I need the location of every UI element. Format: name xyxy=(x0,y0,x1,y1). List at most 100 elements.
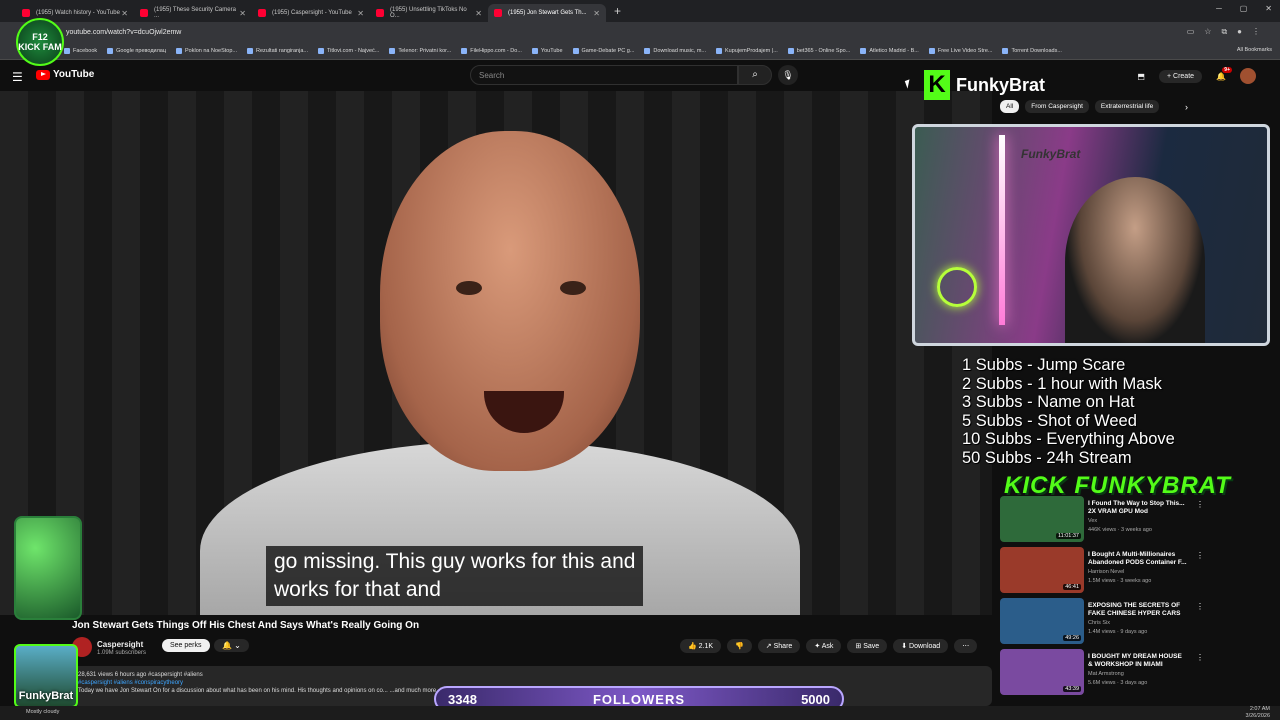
video-title[interactable]: EXPOSING THE SECRETS OF FAKE CHINESE HYP… xyxy=(1088,602,1188,618)
video-thumbnail[interactable]: 11:01:37 xyxy=(1000,496,1084,542)
chip-topic[interactable]: Extraterrestrial life xyxy=(1094,100,1160,113)
bookmark-icon xyxy=(716,47,722,54)
recommended-video[interactable]: 11:01:37 I Found The Way to Stop This...… xyxy=(1000,496,1270,547)
account-avatar[interactable] xyxy=(1240,68,1256,84)
profile-icon[interactable]: ● xyxy=(1237,27,1242,37)
ask-button[interactable]: ✦ Ask xyxy=(806,639,842,653)
notifications-bell-icon[interactable]: 🔔 9+ xyxy=(1216,66,1232,81)
video-player[interactable]: go missing. This guy works for this and … xyxy=(0,91,992,615)
see-perks-button[interactable]: See perks xyxy=(162,639,210,652)
bookmark[interactable]: Game-Debate PC g... xyxy=(572,47,634,54)
system-clock[interactable]: 2:07 AM 3/26/2026 xyxy=(1246,706,1270,719)
search-button[interactable]: ⌕ xyxy=(738,65,772,85)
recommended-video[interactable]: 46:41 I Bought A Multi-Millionaires Aban… xyxy=(1000,547,1270,598)
browser-tab[interactable]: (1955) These Security Camera ... ✕ xyxy=(134,4,252,22)
close-icon[interactable]: ✕ xyxy=(357,9,364,18)
new-tab-icon[interactable]: + xyxy=(614,4,621,18)
header-actions: ⬒ + Create 🔔 9+ xyxy=(1137,66,1256,84)
close-icon[interactable]: ✕ xyxy=(475,9,482,18)
video-title: Jon Stewart Gets Things Off His Chest An… xyxy=(72,620,420,631)
close-window-icon[interactable]: ✕ xyxy=(1265,4,1272,13)
search-input[interactable]: Search xyxy=(470,65,738,85)
video-thumbnail[interactable]: 46:41 xyxy=(1000,547,1084,593)
dislike-button[interactable]: 👎 xyxy=(727,639,752,653)
subscription-bell-button[interactable]: 🔔 ⌄ xyxy=(214,639,249,652)
more-vertical-icon[interactable]: ⋮ xyxy=(1196,500,1204,509)
close-icon[interactable]: ✕ xyxy=(593,9,600,18)
like-button[interactable]: 👍 2.1K xyxy=(680,639,722,653)
save-label: Save xyxy=(863,643,880,650)
bookmark-icon xyxy=(572,47,579,54)
bookmark[interactable]: Rezultati rangiranja... xyxy=(247,47,308,54)
window-controls: ─ ▢ ✕ xyxy=(1216,4,1272,13)
video-title[interactable]: I BOUGHT MY DREAM HOUSE & WORKSHOP IN MI… xyxy=(1088,653,1188,669)
bookmark[interactable]: KupujemProdajem |... xyxy=(716,47,778,54)
bookmark[interactable]: Atletico Madrid - B... xyxy=(860,47,919,54)
bookmark[interactable]: Torrent Downloads... xyxy=(1002,47,1062,54)
os-taskbar: Mostly cloudy 2:07 AM 3/26/2026 xyxy=(0,706,1280,720)
bookmark[interactable]: Google преводилац xyxy=(107,47,166,54)
address-bar[interactable]: youtube.com/watch?v=dcuOjwl2emw xyxy=(66,29,181,36)
bookmark[interactable]: Free Live Video Stre... xyxy=(928,47,992,54)
hamburger-menu-icon[interactable]: ☰ xyxy=(12,70,23,84)
video-thumbnail[interactable]: 49:26 xyxy=(1000,598,1084,644)
chip-all[interactable]: All xyxy=(1000,100,1020,113)
video-channel[interactable]: Harrison Nevel xyxy=(1088,569,1124,575)
voice-search-button[interactable]: 🎙 xyxy=(778,65,798,85)
video-channel[interactable]: Mat Armstrong xyxy=(1088,671,1124,677)
bookmark[interactable]: YouTube xyxy=(531,47,563,54)
cast-icon[interactable]: ⬒ xyxy=(1137,72,1145,81)
recommended-video[interactable]: 43:39 I BOUGHT MY DREAM HOUSE & WORKSHOP… xyxy=(1000,649,1270,700)
bookmark-icon xyxy=(176,47,183,54)
webcam-neon-sign xyxy=(937,267,977,307)
bookmark[interactable]: bet365 - Online Spo... xyxy=(787,47,850,54)
video-thumbnail[interactable]: 43:39 xyxy=(1000,649,1084,695)
bookmark[interactable]: Titlovi.com - Najveć... xyxy=(317,47,379,54)
youtube-logo-text: YouTube xyxy=(53,69,95,80)
save-button[interactable]: ⊞ Save xyxy=(847,639,888,653)
youtube-play-icon xyxy=(36,69,50,80)
extensions-icon[interactable]: ⧉ xyxy=(1221,27,1227,37)
bookmark[interactable]: Facebook xyxy=(64,47,97,54)
video-title[interactable]: I Bought A Multi-Millionaires Abandoned … xyxy=(1088,551,1188,567)
weather-status[interactable]: Mostly cloudy xyxy=(26,709,59,715)
browser-tab-active[interactable]: (1955) Jon Stewart Gets Th... ✕ xyxy=(488,4,606,22)
bookmark[interactable]: Telenor: Privatni kor... xyxy=(389,47,451,54)
tab-label: (1955) Unsettling TikToks No O... xyxy=(390,7,467,19)
recommended-video[interactable]: 49:26 EXPOSING THE SECRETS OF FAKE CHINE… xyxy=(1000,598,1270,649)
thumbs-down-icon: 👎 xyxy=(735,643,744,650)
browser-tab[interactable]: (1955) Unsettling TikToks No O... ✕ xyxy=(370,4,488,22)
video-channel[interactable]: Chris Six xyxy=(1088,620,1110,626)
channel-name[interactable]: Caspersight xyxy=(97,640,143,649)
download-button[interactable]: ⬇ Download xyxy=(893,639,949,653)
close-icon[interactable]: ✕ xyxy=(239,9,246,18)
star-icon[interactable]: ☆ xyxy=(1204,27,1211,37)
close-icon[interactable]: ✕ xyxy=(121,9,128,18)
channel-subscribers: 1.09M subscribers xyxy=(97,650,147,656)
chevron-right-icon[interactable]: › xyxy=(1185,102,1188,112)
all-bookmarks[interactable]: All Bookmarks xyxy=(1237,47,1272,53)
bookmark[interactable]: Poklon na NoeStop... xyxy=(176,47,237,54)
more-actions-button[interactable]: ⋯ xyxy=(954,639,978,653)
bookmark[interactable]: FileHippo.com - Do... xyxy=(461,47,522,54)
menu-icon[interactable]: ⋮ xyxy=(1252,27,1260,37)
more-vertical-icon[interactable]: ⋮ xyxy=(1196,551,1204,560)
more-vertical-icon[interactable]: ⋮ xyxy=(1196,602,1204,611)
video-title[interactable]: I Found The Way to Stop This... 2X VRAM … xyxy=(1088,500,1188,516)
video-channel[interactable]: Vex xyxy=(1088,518,1097,524)
video-actions: 👍 2.1K 👎 ↗ Share ✦ Ask ⊞ Save ⬇ Download… xyxy=(680,639,978,653)
bookmark[interactable]: Download music, m... xyxy=(644,47,706,54)
youtube-logo[interactable]: YouTube xyxy=(36,69,94,80)
bookmark-label: KupujemProdajem |... xyxy=(725,47,778,54)
bookmark-icon xyxy=(860,47,867,54)
chip-from-channel[interactable]: From Caspersight xyxy=(1025,100,1089,113)
cast-icon[interactable]: ▭ xyxy=(1187,27,1195,37)
maximize-icon[interactable]: ▢ xyxy=(1240,4,1248,13)
share-button[interactable]: ↗ Share xyxy=(757,639,801,653)
more-vertical-icon[interactable]: ⋮ xyxy=(1196,653,1204,662)
minimize-icon[interactable]: ─ xyxy=(1216,4,1222,13)
browser-tab[interactable]: (1955) Caspersight - YouTube ✕ xyxy=(252,4,370,22)
bookmark-icon xyxy=(317,47,324,54)
create-button[interactable]: + Create xyxy=(1158,69,1203,83)
video-person-eye xyxy=(456,281,482,295)
